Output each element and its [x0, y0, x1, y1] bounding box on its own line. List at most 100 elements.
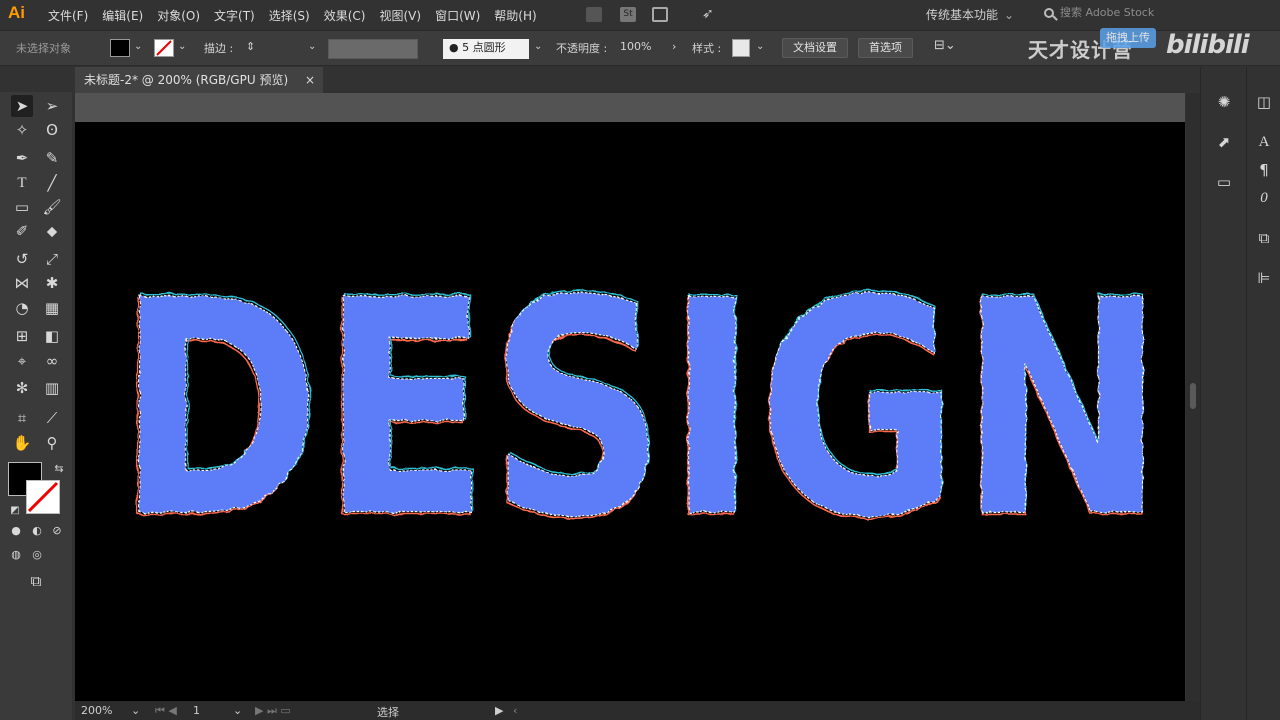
appearance-panel-icon[interactable]: ✺	[1213, 91, 1235, 113]
chevron-down-icon[interactable]: ⌄	[131, 704, 140, 717]
chevron-down-icon[interactable]: ⌄	[534, 41, 542, 52]
draw-normal-icon[interactable]: ◍	[5, 544, 27, 566]
scroll-thumb[interactable]	[1190, 383, 1196, 409]
opacity-label: 不透明度 :	[556, 42, 608, 55]
stock-icon[interactable]: St	[620, 7, 636, 22]
graphic-style-swatch[interactable]	[732, 39, 750, 57]
selection-tool-icon[interactable]: ➤	[11, 95, 33, 117]
brush-name: 点圆形	[472, 41, 506, 54]
menu-edit[interactable]: 编辑(E)	[102, 7, 143, 24]
export-panel-icon[interactable]: ⬈	[1213, 131, 1235, 153]
vertical-scrollbar[interactable]	[1186, 93, 1200, 701]
type-tool-icon[interactable]: T	[11, 172, 33, 194]
menu-file[interactable]: 文件(F)	[48, 7, 88, 24]
direct-selection-tool-icon[interactable]: ➢	[41, 95, 63, 117]
brush-size: 5	[462, 41, 470, 54]
menu-help[interactable]: 帮助(H)	[494, 7, 536, 24]
menu-bar: Ai 文件(F) 编辑(E) 对象(O) 文字(T) 选择(S) 效果(C) 视…	[0, 0, 1280, 30]
screen-mode-icon[interactable]: ⧉	[25, 570, 47, 592]
rectangle-tool-icon[interactable]: ▭	[11, 196, 33, 218]
symbol-sprayer-tool-icon[interactable]: ✻	[11, 377, 33, 399]
panel-dock-1: ✺ ⬈ ▭	[1200, 67, 1246, 720]
none-mode-icon[interactable]: ⊘	[46, 520, 68, 542]
curvature-tool-icon[interactable]: ✎	[41, 147, 63, 169]
menu-view[interactable]: 视图(V)	[379, 7, 421, 24]
menu-object[interactable]: 对象(O)	[157, 7, 200, 24]
stroke-color-box[interactable]	[26, 480, 60, 514]
paragraph-panel-icon[interactable]: ¶	[1253, 159, 1275, 181]
first-artboard-icon[interactable]: ⏮ ◀	[155, 704, 177, 718]
pen-tool-icon[interactable]: ✒	[11, 147, 33, 169]
zoom-tool-icon[interactable]: ⚲	[41, 432, 63, 454]
artboard-tool-icon[interactable]: ⌗	[11, 407, 33, 429]
draw-behind-icon[interactable]: ◎	[26, 544, 48, 566]
last-artboard-icon[interactable]: ▶ ⏭ ▭	[255, 704, 291, 718]
canvas-area[interactable]: DESIGN DESIGN DESIGN	[75, 93, 1185, 701]
mesh-tool-icon[interactable]: ⊞	[11, 325, 33, 347]
artboard-number[interactable]: 1	[193, 704, 200, 717]
transparency-panel-icon[interactable]: ▭	[1213, 171, 1235, 193]
opentype-panel-icon[interactable]: 0	[1253, 187, 1275, 209]
menu-effect[interactable]: 效果(C)	[324, 7, 366, 24]
puppet-warp-tool-icon[interactable]: ✱	[41, 272, 63, 294]
default-colors-icon[interactable]: ◩	[4, 500, 26, 522]
arrange-icon[interactable]: ⊟⌄	[934, 38, 956, 53]
chevron-down-icon[interactable]: ⌄	[233, 704, 242, 717]
magic-wand-tool-icon[interactable]: ✧	[11, 119, 33, 141]
chevron-down-icon[interactable]: ⌄	[134, 41, 142, 52]
opacity-value[interactable]: 100%	[620, 40, 651, 53]
fill-swatch[interactable]	[110, 39, 130, 57]
preferences-button[interactable]: 首选项	[858, 38, 913, 58]
stroke-stepper[interactable]: ⇕	[246, 40, 255, 53]
document-setup-button[interactable]: 文档设置	[782, 38, 848, 58]
search-placeholder: 搜索 Adobe Stock	[1060, 6, 1155, 19]
line-tool-icon[interactable]: ╱	[41, 172, 63, 194]
character-panel-icon[interactable]: A	[1253, 131, 1275, 153]
gradient-tool-icon[interactable]: ◧	[41, 325, 63, 347]
brush-definition-field[interactable]: ● 5 点圆形	[443, 39, 529, 59]
menu-select[interactable]: 选择(S)	[269, 7, 310, 24]
arrange-documents-icon[interactable]	[652, 7, 668, 22]
artboard[interactable]: DESIGN DESIGN DESIGN	[75, 122, 1185, 701]
shaper-tool-icon[interactable]: ✐	[11, 220, 33, 242]
align-panel-icon[interactable]: ⊫	[1253, 267, 1275, 289]
blend-tool-icon[interactable]: ∞	[41, 350, 63, 372]
chevron-down-icon[interactable]: ⌄	[756, 41, 764, 52]
hand-tool-icon[interactable]: ✋	[11, 432, 33, 454]
graph-tool-icon[interactable]: ▥	[41, 377, 63, 399]
upload-badge: 拖拽上传	[1100, 28, 1156, 48]
stroke-swatch[interactable]	[154, 39, 174, 57]
design-text[interactable]: DESIGN	[116, 236, 1165, 582]
gradient-mode-icon[interactable]: ◐	[26, 520, 48, 542]
eyedropper-tool-icon[interactable]: ⌖	[11, 350, 33, 372]
rotate-tool-icon[interactable]: ↺	[11, 248, 33, 270]
swap-colors-icon[interactable]: ⇆	[48, 458, 70, 480]
width-tool-icon[interactable]: ⋈	[11, 272, 33, 294]
zoom-level[interactable]: 200%	[81, 704, 112, 717]
layers-panel-icon[interactable]: ◫	[1253, 91, 1275, 113]
chevron-down-icon[interactable]: ⌄	[178, 41, 186, 52]
shape-builder-tool-icon[interactable]: ◔	[11, 297, 33, 319]
eraser-tool-icon[interactable]: ⬥	[41, 220, 63, 242]
paintbrush-tool-icon[interactable]: 🖌	[41, 196, 63, 218]
workspace-switcher[interactable]: 传统基本功能 ⌄	[926, 6, 1014, 23]
chevron-right-icon[interactable]: ›	[672, 40, 676, 53]
menu-type[interactable]: 文字(T)	[214, 7, 255, 24]
slice-tool-icon[interactable]: ⟋	[41, 407, 63, 429]
color-mode-icon[interactable]: ●	[5, 520, 27, 542]
perspective-grid-tool-icon[interactable]: ▦	[41, 297, 63, 319]
gpu-rocket-icon[interactable]: ➶	[702, 7, 718, 22]
lasso-tool-icon[interactable]: ʘ	[41, 119, 63, 141]
variable-width-field[interactable]	[328, 39, 418, 59]
chevron-down-icon[interactable]: ⌄	[308, 41, 316, 52]
close-icon[interactable]: ×	[305, 67, 315, 93]
scale-tool-icon[interactable]: ⤢	[41, 248, 63, 270]
design-artwork[interactable]: DESIGN DESIGN DESIGN	[75, 122, 1185, 701]
pathfinder-panel-icon[interactable]: ⧉	[1253, 227, 1275, 249]
menu-window[interactable]: 窗口(W)	[435, 7, 480, 24]
chevron-left-icon[interactable]: ‹	[513, 704, 517, 717]
play-icon[interactable]: ▶	[495, 704, 503, 717]
stock-search-field[interactable]: 搜索 Adobe Stock	[1040, 4, 1190, 24]
bridge-icon[interactable]	[586, 7, 602, 22]
document-tab[interactable]: 未标题-2* @ 200% (RGB/GPU 预览) ×	[75, 67, 323, 93]
